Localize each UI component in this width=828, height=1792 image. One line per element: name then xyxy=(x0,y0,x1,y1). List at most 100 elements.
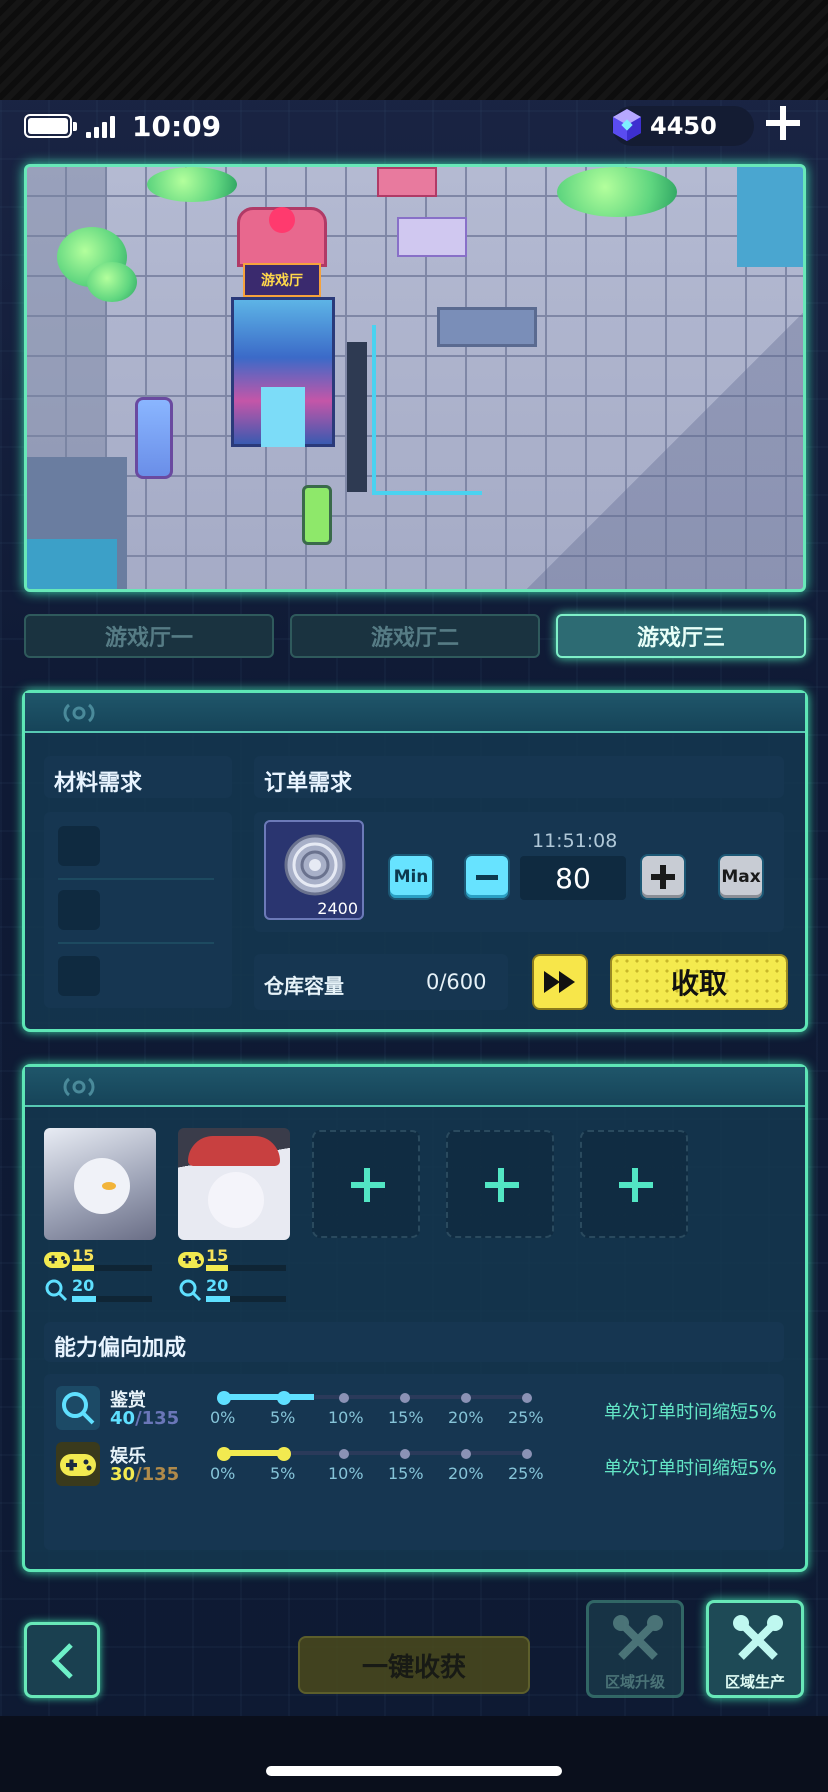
tick-dot xyxy=(217,1447,231,1461)
green-machine xyxy=(302,485,332,545)
character-eye xyxy=(102,1182,116,1190)
warehouse-value: 0/600 xyxy=(426,970,487,994)
stat-bar-fill xyxy=(206,1296,230,1302)
chevron-left-icon xyxy=(51,1643,73,1679)
red-structure xyxy=(377,167,437,197)
tick-dot xyxy=(400,1449,410,1459)
tick-label: 20% xyxy=(448,1408,484,1427)
gamepad-icon xyxy=(178,1252,204,1268)
top-right-pool xyxy=(737,167,803,267)
max-button[interactable]: Max xyxy=(718,854,764,900)
entertain-badge xyxy=(56,1442,100,1486)
decrease-button[interactable] xyxy=(464,854,510,900)
staff-portrait-1[interactable] xyxy=(44,1128,156,1240)
tick-dot xyxy=(461,1449,471,1459)
material-slot[interactable] xyxy=(58,826,100,866)
member-1-entertain-stat: 15 xyxy=(72,1246,95,1265)
harvest-all-button[interactable]: 一键收获 xyxy=(298,1636,530,1694)
tick-dot xyxy=(217,1391,231,1405)
empty-staff-slot[interactable] xyxy=(446,1130,554,1238)
ability-value: 40/135 xyxy=(110,1408,180,1429)
collect-button[interactable]: 收取 xyxy=(610,954,788,1010)
order-item[interactable]: 2400 xyxy=(264,820,364,920)
tick-label: 15% xyxy=(388,1408,424,1427)
tick-dot xyxy=(277,1447,291,1461)
area-upgrade-label: 区域升级 xyxy=(604,1673,665,1691)
min-button[interactable]: Min xyxy=(388,854,434,900)
empty-staff-slot[interactable] xyxy=(312,1130,420,1238)
tick-dot xyxy=(277,1391,291,1405)
clock-time: 10:09 xyxy=(132,110,222,143)
plus-icon xyxy=(651,865,675,889)
tab-hall-1[interactable]: 游戏厅一 xyxy=(24,614,274,658)
member-1-appraise-stat: 20 xyxy=(72,1276,95,1295)
broadcast-icon xyxy=(63,1077,95,1097)
gamepad-icon xyxy=(60,1454,96,1476)
battery-icon xyxy=(24,114,77,138)
stat-bar xyxy=(72,1265,152,1271)
divider xyxy=(58,942,214,944)
tick-dot xyxy=(461,1393,471,1403)
magnifier-icon xyxy=(45,1279,68,1302)
signal-icon xyxy=(86,116,115,138)
gamepad-icon xyxy=(44,1252,70,1268)
area-production-label: 区域生产 xyxy=(724,1673,785,1691)
tick-label: 10% xyxy=(328,1464,364,1483)
stat-bar xyxy=(72,1296,152,1302)
item-count: 2400 xyxy=(317,899,358,918)
fast-forward-icon xyxy=(544,971,575,993)
bias-title: 能力偏向加成 xyxy=(54,1336,187,1361)
tick-dot xyxy=(522,1449,532,1459)
area-upgrade-button[interactable]: 区域升级 xyxy=(586,1600,684,1698)
ability-value: 30/135 xyxy=(110,1464,180,1485)
material-title: 材料需求 xyxy=(54,771,143,796)
divider xyxy=(58,878,214,880)
staff-portrait-2[interactable] xyxy=(178,1128,290,1240)
tree xyxy=(147,167,237,202)
material-slot[interactable] xyxy=(58,890,100,930)
empty-staff-slot[interactable] xyxy=(580,1130,688,1238)
tick-dot xyxy=(400,1393,410,1403)
area-production-button[interactable]: 区域生产 xyxy=(706,1600,804,1698)
dark-path xyxy=(347,342,367,492)
top-notch-area xyxy=(0,0,828,100)
order-title: 订单需求 xyxy=(264,771,353,796)
stat-bar xyxy=(206,1296,286,1302)
tick-label: 25% xyxy=(508,1408,544,1427)
tick-dot xyxy=(339,1449,349,1459)
warehouse-label: 仓库容量 xyxy=(264,974,344,998)
ability-bonus: 单次订单时间缩短5% xyxy=(604,1458,777,1479)
quantity-field[interactable]: 80 xyxy=(520,856,626,900)
tick-label: 20% xyxy=(448,1464,484,1483)
home-indicator[interactable] xyxy=(266,1766,562,1776)
character-hat xyxy=(188,1136,280,1166)
tick-label: 5% xyxy=(270,1408,296,1427)
ability-progress xyxy=(222,1394,314,1400)
magnifier-icon xyxy=(179,1279,202,1302)
panel-header xyxy=(25,1067,805,1107)
stat-bar-fill xyxy=(72,1296,96,1302)
ability-bonus: 单次订单时间缩短5% xyxy=(604,1402,777,1423)
tab-hall-2[interactable]: 游戏厅二 xyxy=(290,614,540,658)
panel-header xyxy=(25,693,805,733)
tick-dot xyxy=(522,1393,532,1403)
tools-icon xyxy=(733,1615,783,1660)
tick-dot xyxy=(339,1393,349,1403)
broadcast-icon xyxy=(63,703,95,723)
magnifier-icon xyxy=(62,1392,95,1425)
member-2-appraise-stat: 20 xyxy=(206,1276,229,1295)
back-button[interactable] xyxy=(24,1622,100,1698)
material-slot[interactable] xyxy=(58,956,100,996)
capsule-machine xyxy=(135,397,173,479)
tick-label: 25% xyxy=(508,1464,544,1483)
add-gems-button[interactable] xyxy=(766,106,800,140)
arcade-map-view[interactable]: 游戏厅 xyxy=(24,164,806,592)
stat-bar-fill xyxy=(72,1265,95,1271)
tick-label: 0% xyxy=(210,1464,236,1483)
bottom-safe-area xyxy=(0,1716,828,1792)
order-timer: 11:51:08 xyxy=(532,830,618,852)
increase-button[interactable] xyxy=(640,854,686,900)
tick-label: 10% xyxy=(328,1408,364,1427)
tab-hall-3[interactable]: 游戏厅三 xyxy=(556,614,806,658)
fast-forward-button[interactable] xyxy=(532,954,588,1010)
